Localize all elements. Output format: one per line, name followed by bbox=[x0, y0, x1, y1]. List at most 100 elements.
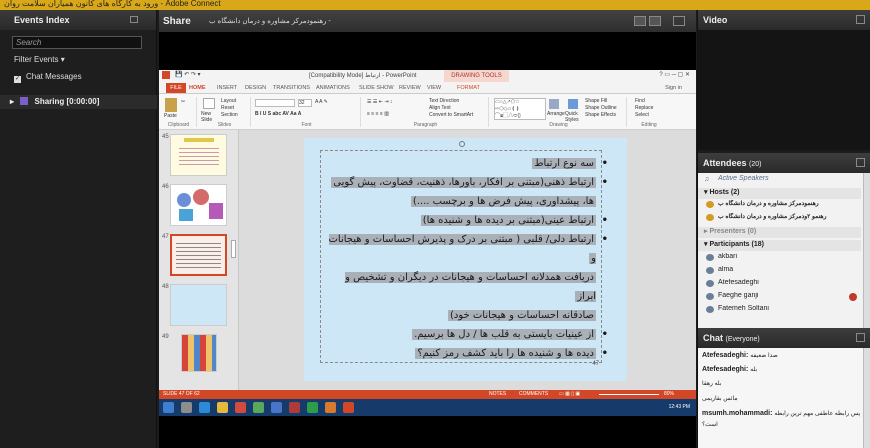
chat-scrollbar[interactable] bbox=[863, 348, 870, 448]
zoom-slider[interactable] bbox=[599, 394, 659, 395]
shape-effects-button[interactable]: Shape Effects bbox=[585, 112, 616, 118]
attendee-participant[interactable]: Fatemeh Soltani bbox=[698, 305, 861, 317]
align-text-button[interactable]: Align Text bbox=[429, 105, 451, 111]
drawing-tools-label: DRAWING TOOLS bbox=[444, 70, 509, 82]
fullscreen-icon[interactable] bbox=[673, 16, 685, 26]
tab-format[interactable]: FORMAT bbox=[457, 85, 480, 91]
taskbar-app-icon[interactable] bbox=[289, 402, 300, 413]
adobe-connect-window: ورود به کارگاه های کانون همیاران سلامت ر… bbox=[0, 0, 870, 448]
taskbar-app-icon[interactable] bbox=[181, 402, 192, 413]
tab-design[interactable]: DESIGN bbox=[245, 85, 266, 91]
fit-screen-icon[interactable] bbox=[649, 16, 661, 26]
windows-taskbar: 12:43 PM bbox=[159, 399, 696, 416]
arrange-button[interactable]: Arrange bbox=[547, 111, 565, 117]
tab-file[interactable]: FILE bbox=[166, 83, 186, 93]
participants-section[interactable]: ▾ Participants (18) bbox=[698, 240, 861, 251]
attendee-participant[interactable]: akbari bbox=[698, 253, 861, 265]
view-buttons[interactable]: ▭ ▦ ▯ ▣ bbox=[559, 391, 580, 397]
drawing-label: Drawing bbox=[549, 122, 568, 128]
font-size-buttons[interactable]: A A ✎ bbox=[315, 99, 328, 105]
start-button-icon[interactable] bbox=[163, 402, 174, 413]
slide-thumbnail-48[interactable] bbox=[170, 284, 227, 326]
hosts-section[interactable]: ▾ Hosts (2) bbox=[698, 188, 861, 199]
tab-insert[interactable]: INSERT bbox=[217, 85, 237, 91]
tab-animations[interactable]: ANIMATIONS bbox=[316, 85, 350, 91]
attendee-host[interactable]: رهنمو ۲ودمرکز مشاوره و درمان دانشگاه ب bbox=[698, 213, 861, 225]
thumbnail-number: 45 bbox=[162, 134, 169, 140]
pod-options-icon[interactable] bbox=[856, 158, 865, 167]
host-icon bbox=[706, 201, 714, 208]
search-input[interactable]: Search bbox=[12, 36, 142, 49]
thumbnail-scrollbar[interactable] bbox=[231, 240, 236, 258]
shapes-gallery[interactable]: ▭○△↗⬠☆ ⇨⬡◇▱❪❫ ⌒⧈▢△⬭{} bbox=[494, 98, 546, 120]
slide-text[interactable]: سه نوع ارتباط • ارتباط ذهنی(مبتنی بر افکا… bbox=[324, 154, 608, 363]
comments-button[interactable]: COMMENTS bbox=[519, 391, 548, 397]
participant-icon bbox=[706, 306, 714, 313]
slide-thumbnail-45[interactable] bbox=[170, 134, 227, 176]
tab-slide-show[interactable]: SLIDE SHOW bbox=[359, 85, 394, 91]
font-name-input[interactable] bbox=[255, 99, 295, 107]
section-button[interactable]: Section bbox=[221, 112, 238, 118]
participant-icon bbox=[706, 254, 714, 261]
list-buttons[interactable]: ☰ ☰ ⇤ ⇥ ↕ bbox=[367, 99, 392, 105]
participant-icon bbox=[706, 293, 714, 300]
smartart-button[interactable]: Convert to SmartArt bbox=[429, 112, 473, 118]
layout-button[interactable]: Layout bbox=[221, 98, 236, 104]
shape-outline-button[interactable]: Shape Outline bbox=[585, 105, 617, 111]
paste-button[interactable]: Paste bbox=[164, 113, 177, 119]
select-button[interactable]: Select bbox=[635, 112, 649, 118]
slide-thumbnail-47[interactable] bbox=[170, 234, 227, 276]
sign-in-link[interactable]: Sign in bbox=[665, 85, 682, 91]
attendee-participant[interactable]: Faeghe ganji bbox=[698, 292, 861, 304]
tab-view[interactable]: VIEW bbox=[427, 85, 441, 91]
chat-messages-checkbox[interactable]: ✓ Chat Messages bbox=[14, 72, 82, 83]
chat-message: بله رهقا bbox=[702, 381, 722, 387]
quick-access-icons[interactable]: 💾 ↶ ↷ ▾ bbox=[175, 71, 201, 78]
taskbar-powerpoint-icon[interactable] bbox=[343, 402, 354, 413]
text-direction-button[interactable]: Text Direction bbox=[429, 98, 459, 104]
taskbar-app-icon[interactable] bbox=[199, 402, 210, 413]
pod-options-icon[interactable] bbox=[856, 333, 865, 342]
powerpoint-status-bar: SLIDE 47 OF 62 NOTES COMMENTS ▭ ▦ ▯ ▣ 80… bbox=[159, 390, 696, 399]
chat-message: است؟ bbox=[702, 422, 718, 428]
sharing-event-item[interactable]: ▸ Sharing [0:00:00] bbox=[0, 95, 157, 109]
text-format-buttons[interactable]: B I U S abc AV Aa A bbox=[255, 111, 301, 117]
slide-thumbnail-49[interactable] bbox=[181, 334, 217, 372]
presenters-section[interactable]: ▸ Presenters (0) bbox=[698, 227, 861, 238]
powerpoint-title-bar: 💾 ↶ ↷ ▾ [Compatibility Mode] ارتباط - Po… bbox=[159, 70, 696, 82]
paragraph-group: ☰ ☰ ⇤ ⇥ ↕ ≡ ≡ ≡ ≡ ▥ Text Direction Align… bbox=[363, 97, 489, 128]
find-button[interactable]: Find bbox=[635, 98, 645, 104]
window-controls[interactable]: ? ▭ ─ ▢ ✕ bbox=[659, 71, 690, 78]
participant-icon bbox=[706, 280, 714, 287]
pod-options-icon[interactable] bbox=[130, 16, 138, 23]
fullscreen-icon[interactable] bbox=[856, 15, 865, 24]
attendee-participant[interactable]: Atefesadeghi bbox=[698, 279, 861, 291]
chat-pod-header: Chat (Everyone) bbox=[698, 328, 870, 348]
slide-thumbnail-46[interactable] bbox=[170, 184, 227, 226]
tab-transitions[interactable]: TRANSITIONS bbox=[273, 85, 310, 91]
filter-events-dropdown[interactable]: Filter Events ▾ bbox=[14, 55, 65, 64]
taskbar-app-icon[interactable] bbox=[271, 402, 282, 413]
attendee-host[interactable]: رهنمودمرکز مشاوره و درمان دانشگاه ب bbox=[698, 200, 861, 212]
notes-button[interactable]: NOTES bbox=[489, 391, 506, 397]
video-pod-header: Video bbox=[698, 10, 870, 30]
font-size-input[interactable]: 32 bbox=[298, 99, 312, 107]
attendees-scrollbar[interactable] bbox=[863, 173, 870, 328]
shape-fill-button[interactable]: Shape Fill bbox=[585, 98, 607, 104]
reset-button[interactable]: Reset bbox=[221, 105, 234, 111]
taskbar-app-icon[interactable] bbox=[217, 402, 228, 413]
attendee-participant[interactable]: alma bbox=[698, 266, 861, 278]
rotate-handle-icon[interactable] bbox=[459, 141, 465, 147]
thumb-title-mark bbox=[183, 138, 214, 142]
taskbar-app-icon[interactable] bbox=[325, 402, 336, 413]
tab-home[interactable]: HOME bbox=[189, 85, 206, 91]
taskbar-app-icon[interactable] bbox=[307, 402, 318, 413]
ribbon: Paste ✂ Clipboard New Slide Layout Reset… bbox=[159, 94, 696, 130]
align-buttons[interactable]: ≡ ≡ ≡ ≡ ▥ bbox=[367, 111, 389, 117]
tab-review[interactable]: REVIEW bbox=[399, 85, 421, 91]
cut-icon[interactable]: ✂ bbox=[181, 99, 185, 105]
replace-button[interactable]: Replace bbox=[635, 105, 653, 111]
fit-width-icon[interactable] bbox=[634, 16, 646, 26]
taskbar-app-icon[interactable] bbox=[235, 402, 246, 413]
taskbar-app-icon[interactable] bbox=[253, 402, 264, 413]
